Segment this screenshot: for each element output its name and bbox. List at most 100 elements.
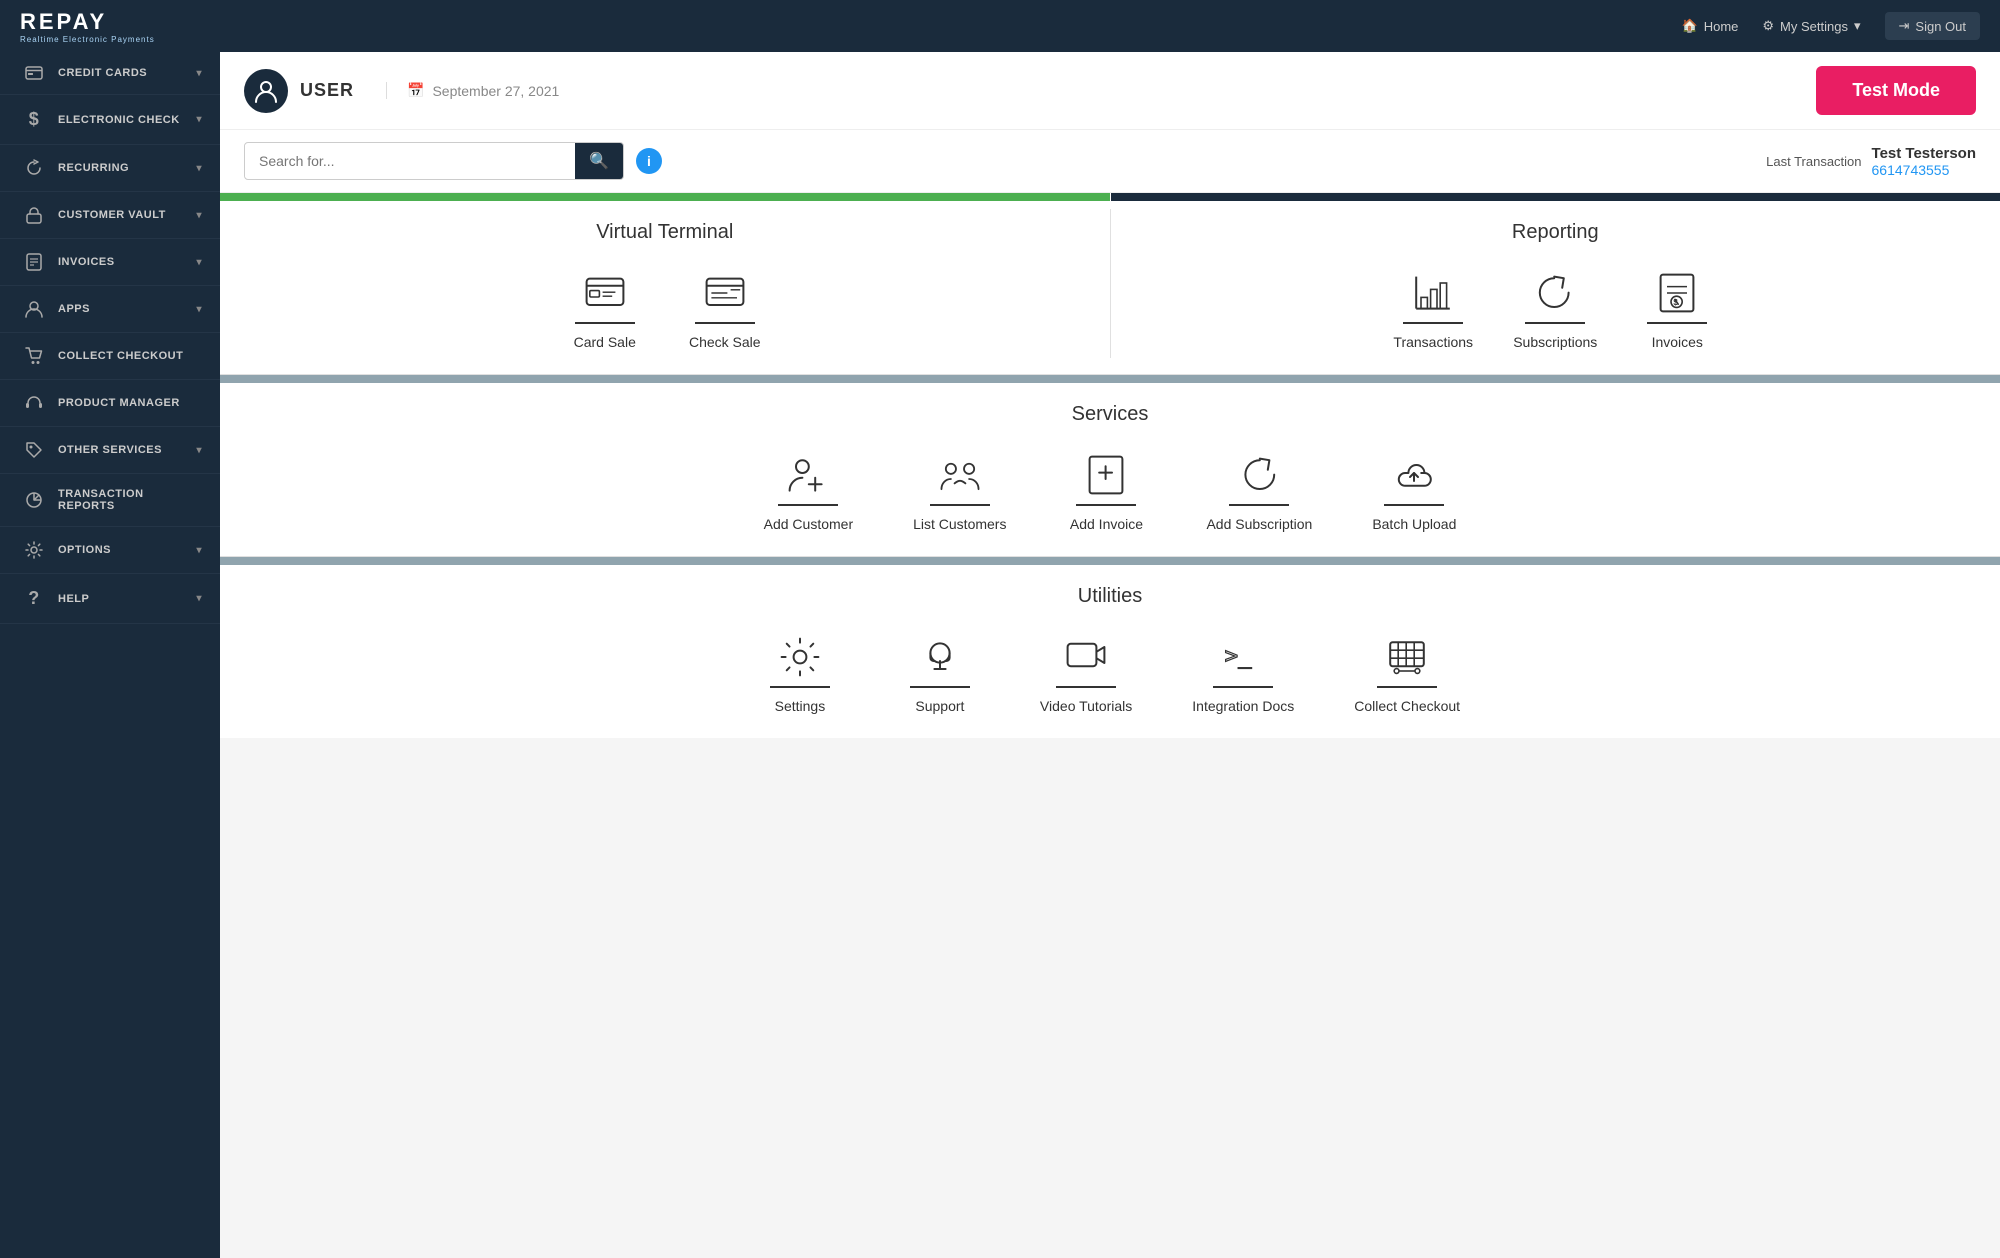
video-tutorials-item[interactable]: Video Tutorials	[1040, 628, 1132, 714]
electronic-check-label: Electronic Check	[58, 114, 196, 126]
add-invoice-item[interactable]: Add Invoice	[1066, 446, 1146, 532]
add-invoice-label: Add Invoice	[1070, 516, 1143, 532]
invoices-label: Invoices	[58, 256, 196, 268]
invoices-reporting-item[interactable]: $ Invoices	[1637, 264, 1717, 350]
search-input[interactable]	[245, 145, 575, 177]
utilities-title: Utilities	[220, 565, 2000, 618]
svg-text:>_: >_	[1225, 643, 1252, 669]
content-area: USER 📅 September 27, 2021 Test Mode 🔍 i …	[220, 52, 2000, 1258]
sidebar-item-help[interactable]: ? Help ▾	[0, 574, 220, 624]
transactions-icon	[1403, 264, 1463, 324]
sign-out-link[interactable]: ⇥ Sign Out	[1885, 12, 1981, 40]
utilities-header-bar	[220, 557, 2000, 565]
sidebar: Credit Cards ▾ $ Electronic Check ▾ Recu…	[0, 52, 220, 1258]
home-link[interactable]: 🏠 Home	[1682, 18, 1739, 34]
add-customer-item[interactable]: Add Customer	[764, 446, 853, 532]
product-manager-label: Product Manager	[58, 397, 202, 409]
settings-label: My Settings	[1780, 19, 1848, 34]
home-label: Home	[1704, 19, 1739, 34]
add-customer-icon	[778, 446, 838, 506]
credit-card-icon	[18, 66, 50, 80]
settings-link[interactable]: ⚙ My Settings ▾	[1762, 18, 1860, 34]
card-sale-icon	[575, 264, 635, 324]
search-button[interactable]: 🔍	[575, 143, 623, 179]
options-arrow: ▾	[196, 545, 202, 556]
add-subscription-label: Add Subscription	[1206, 516, 1312, 532]
sidebar-item-collect-checkout[interactable]: Collect Checkout	[0, 333, 220, 380]
lock-icon	[18, 206, 50, 224]
collect-checkout-utilities-icon	[1377, 628, 1437, 688]
dashboard: Virtual Terminal	[220, 193, 2000, 1258]
virtual-terminal-panel: Virtual Terminal	[220, 193, 1110, 374]
recurring-label: Recurring	[58, 162, 196, 174]
integration-docs-label: Integration Docs	[1192, 698, 1294, 714]
add-customer-label: Add Customer	[764, 516, 853, 532]
user-name: USER	[300, 80, 354, 101]
invoice-icon	[18, 253, 50, 271]
subscriptions-icon	[1525, 264, 1585, 324]
dollar-icon: $	[18, 109, 50, 130]
virtual-terminal-icons: Card Sale	[220, 254, 1110, 374]
batch-upload-label: Batch Upload	[1372, 516, 1456, 532]
card-sale-item[interactable]: Card Sale	[565, 264, 645, 350]
sidebar-item-credit-cards[interactable]: Credit Cards ▾	[0, 52, 220, 95]
services-icons: Add Customer List Custome	[220, 436, 2000, 556]
customer-vault-arrow: ▾	[196, 210, 202, 221]
batch-upload-item[interactable]: Batch Upload	[1372, 446, 1456, 532]
sidebar-item-electronic-check[interactable]: $ Electronic Check ▾	[0, 95, 220, 145]
transactions-item[interactable]: Transactions	[1393, 264, 1473, 350]
credit-cards-label: Credit Cards	[58, 67, 196, 79]
sidebar-item-invoices[interactable]: Invoices ▾	[0, 239, 220, 286]
sign-out-icon: ⇥	[1899, 18, 1910, 34]
subscriptions-item[interactable]: Subscriptions	[1513, 264, 1597, 350]
last-transaction-name: Test Testerson	[1872, 145, 1976, 162]
svg-text:$: $	[1674, 298, 1679, 307]
sidebar-item-product-manager[interactable]: Product Manager	[0, 380, 220, 427]
support-label: Support	[915, 698, 964, 714]
virtual-terminal-title: Virtual Terminal	[220, 201, 1110, 254]
info-icon[interactable]: i	[636, 148, 662, 174]
list-customers-item[interactable]: List Customers	[913, 446, 1006, 532]
help-icon: ?	[18, 588, 50, 609]
headset-icon	[18, 394, 50, 412]
sidebar-item-transaction-reports[interactable]: Transaction Reports	[0, 474, 220, 527]
sidebar-item-recurring[interactable]: Recurring ▾	[0, 145, 220, 192]
settings-label: Settings	[775, 698, 826, 714]
top-panels: Virtual Terminal	[220, 193, 2000, 375]
sidebar-item-options[interactable]: Options ▾	[0, 527, 220, 574]
sidebar-item-apps[interactable]: Apps ▾	[0, 286, 220, 333]
subscriptions-label: Subscriptions	[1513, 334, 1597, 350]
list-customers-icon	[930, 446, 990, 506]
video-tutorials-icon	[1056, 628, 1116, 688]
check-sale-item[interactable]: Check Sale	[685, 264, 765, 350]
reporting-header-bar	[1111, 193, 2000, 201]
services-header-bar	[220, 375, 2000, 383]
cart-icon	[18, 347, 50, 365]
check-sale-icon	[695, 264, 755, 324]
integration-docs-item[interactable]: >_ Integration Docs	[1192, 628, 1294, 714]
logo-sub: Realtime Electronic Payments	[20, 35, 155, 44]
sidebar-item-customer-vault[interactable]: Customer Vault ▾	[0, 192, 220, 239]
utilities-icons: Settings Support	[220, 618, 2000, 738]
chart-icon	[18, 491, 50, 509]
sidebar-item-other-services[interactable]: Other Services ▾	[0, 427, 220, 474]
credit-cards-arrow: ▾	[196, 68, 202, 79]
support-icon	[910, 628, 970, 688]
transactions-label: Transactions	[1393, 334, 1473, 350]
search-bar: 🔍 i Last Transaction Test Testerson 6614…	[220, 130, 2000, 193]
recurring-arrow: ▾	[196, 163, 202, 174]
recurring-icon	[18, 159, 50, 177]
home-icon: 🏠	[1682, 18, 1698, 34]
invoices-arrow: ▾	[196, 257, 202, 268]
card-sale-label: Card Sale	[574, 334, 636, 350]
settings-item[interactable]: Settings	[760, 628, 840, 714]
top-nav: REPAY Realtime Electronic Payments 🏠 Hom…	[0, 0, 2000, 52]
apps-icon	[18, 300, 50, 318]
add-subscription-item[interactable]: Add Subscription	[1206, 446, 1312, 532]
collect-checkout-utilities-item[interactable]: Collect Checkout	[1354, 628, 1460, 714]
customer-vault-label: Customer Vault	[58, 209, 196, 221]
support-item[interactable]: Support	[900, 628, 980, 714]
video-tutorials-label: Video Tutorials	[1040, 698, 1132, 714]
test-mode-button[interactable]: Test Mode	[1816, 66, 1976, 115]
help-label: Help	[58, 593, 196, 605]
